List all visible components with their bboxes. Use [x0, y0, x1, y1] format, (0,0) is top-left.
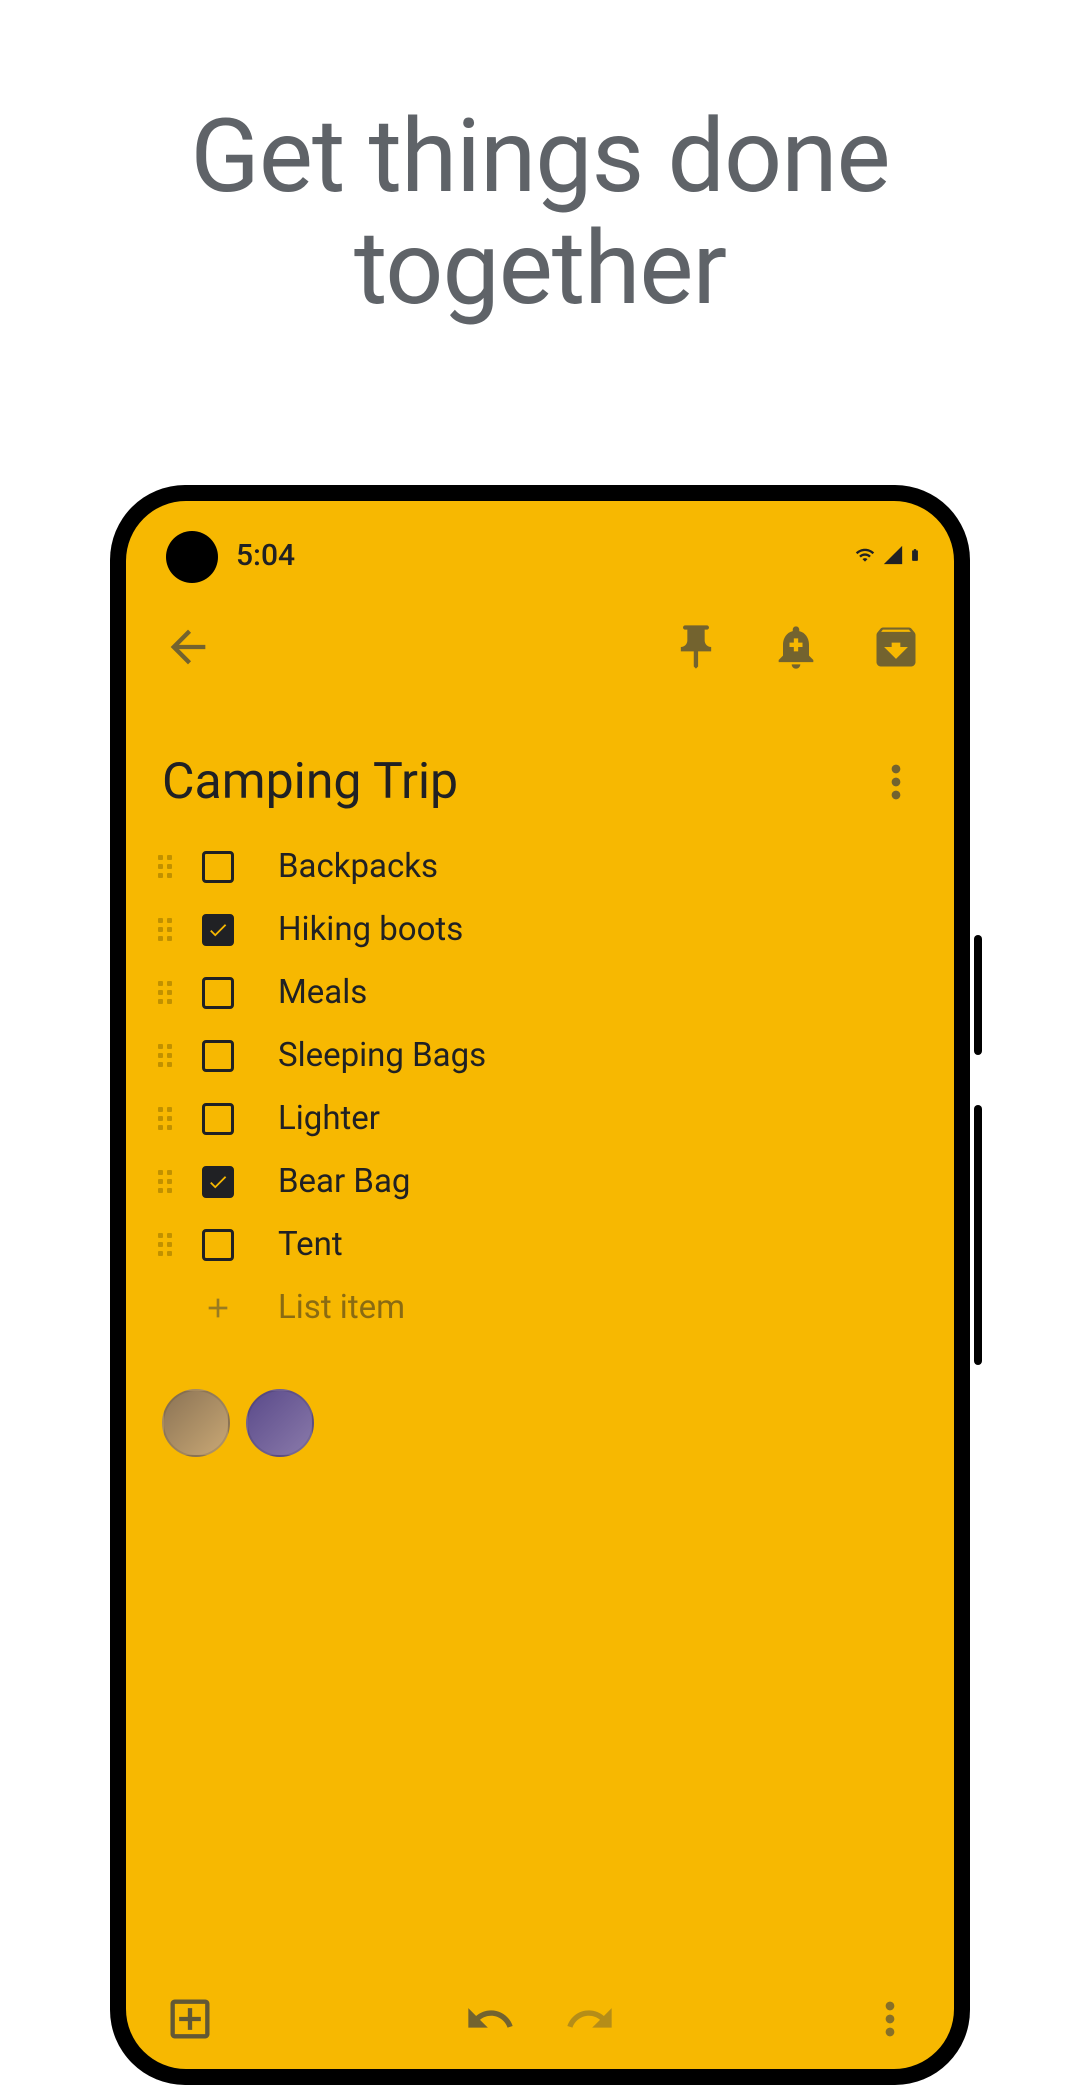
list-item: Sleeping Bags — [158, 1024, 922, 1087]
add-list-item[interactable]: List item — [158, 1276, 922, 1339]
checklist: Backpacks Hiking boots Meals Sleeping Ba… — [126, 831, 954, 1359]
plus-icon — [202, 1292, 234, 1324]
list-item: Hiking boots — [158, 898, 922, 961]
checkbox[interactable] — [202, 914, 234, 946]
bell-plus-icon — [770, 621, 822, 673]
checkbox[interactable] — [202, 1166, 234, 1198]
status-icons — [852, 543, 922, 567]
add-box-icon — [164, 1993, 216, 2045]
add-content-button[interactable] — [164, 1993, 216, 2045]
drag-handle[interactable] — [158, 1233, 182, 1257]
redo-icon — [564, 1993, 616, 2045]
drag-handle[interactable] — [158, 1170, 182, 1194]
collaborator-avatar[interactable] — [246, 1389, 314, 1457]
wifi-icon — [852, 545, 878, 565]
checkbox[interactable] — [202, 851, 234, 883]
collaborators — [126, 1359, 954, 1477]
item-text[interactable]: Hiking boots — [278, 910, 463, 949]
checkbox[interactable] — [202, 1103, 234, 1135]
list-item: Tent — [158, 1213, 922, 1276]
undo-icon — [464, 1993, 516, 2045]
cellular-icon — [882, 544, 904, 566]
check-icon — [207, 919, 229, 941]
back-button[interactable] — [162, 621, 214, 673]
status-bar: 5:04 — [126, 501, 954, 581]
list-item: Backpacks — [158, 835, 922, 898]
phone-frame: 5:04 Camping Trip — [110, 485, 970, 2085]
list-item: Meals — [158, 961, 922, 1024]
title-row: Camping Trip — [126, 693, 954, 831]
note-title[interactable]: Camping Trip — [162, 753, 854, 811]
check-icon — [207, 1171, 229, 1193]
item-text[interactable]: Sleeping Bags — [278, 1036, 486, 1075]
add-item-placeholder: List item — [278, 1288, 405, 1327]
more-vertical-icon — [864, 1993, 916, 2045]
checkbox[interactable] — [202, 977, 234, 1009]
item-text[interactable]: Lighter — [278, 1099, 380, 1138]
status-time: 5:04 — [236, 538, 295, 573]
list-item: Lighter — [158, 1087, 922, 1150]
battery-icon — [908, 543, 922, 567]
archive-button[interactable] — [870, 621, 922, 673]
archive-icon — [870, 621, 922, 673]
list-item: Bear Bag — [158, 1150, 922, 1213]
bottom-toolbar — [126, 1969, 954, 2069]
item-text[interactable]: Bear Bag — [278, 1162, 410, 1201]
pin-icon — [670, 621, 722, 673]
item-text[interactable]: Backpacks — [278, 847, 438, 886]
item-text[interactable]: Meals — [278, 973, 367, 1012]
arrow-left-icon — [162, 621, 214, 673]
pin-button[interactable] — [670, 621, 722, 673]
app-bar — [126, 581, 954, 693]
redo-button[interactable] — [564, 1993, 616, 2045]
checkbox[interactable] — [202, 1040, 234, 1072]
drag-handle[interactable] — [158, 1044, 182, 1068]
reminder-button[interactable] — [770, 621, 822, 673]
collaborator-avatar[interactable] — [162, 1389, 230, 1457]
drag-handle[interactable] — [158, 981, 182, 1005]
title-more-button[interactable] — [870, 756, 922, 808]
phone-screen: 5:04 Camping Trip — [126, 501, 954, 2069]
promo-headline: Get things done together — [0, 100, 1080, 324]
bottom-more-button[interactable] — [864, 1993, 916, 2045]
drag-handle[interactable] — [158, 918, 182, 942]
item-text[interactable]: Tent — [278, 1225, 343, 1264]
drag-handle[interactable] — [158, 1107, 182, 1131]
undo-button[interactable] — [464, 1993, 516, 2045]
more-vertical-icon — [870, 756, 922, 808]
checkbox[interactable] — [202, 1229, 234, 1261]
drag-handle[interactable] — [158, 855, 182, 879]
camera-hole — [166, 531, 218, 583]
